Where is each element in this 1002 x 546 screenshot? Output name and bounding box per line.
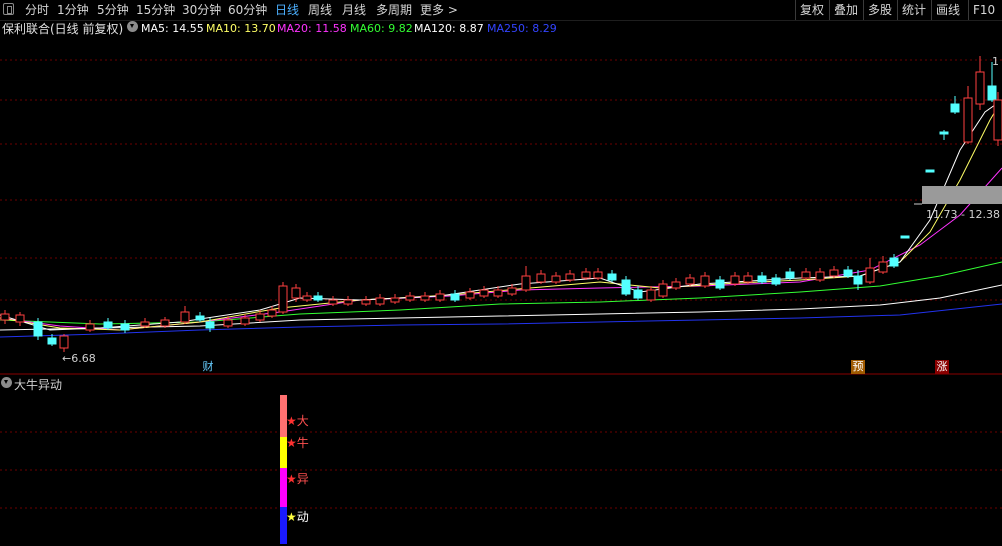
indicator-label-yi: ★异	[286, 472, 309, 486]
finance-marker[interactable]: 财	[201, 360, 215, 374]
candle-up	[700, 275, 710, 287]
candle-up	[180, 311, 190, 323]
candle-up	[59, 335, 69, 349]
candle-down	[987, 85, 997, 101]
candle-up	[361, 299, 371, 305]
candle-down	[843, 269, 853, 277]
candle-up	[291, 287, 301, 299]
candle-up	[465, 291, 475, 299]
candle-up	[0, 313, 10, 321]
candle-up	[160, 319, 170, 327]
candle-down	[120, 323, 130, 331]
candle-up	[743, 275, 753, 283]
candle-down	[621, 279, 631, 295]
candle-up	[493, 289, 503, 297]
candle-down	[785, 271, 795, 279]
indicator-label-niu: ★牛	[286, 436, 309, 450]
candle-up	[801, 271, 811, 279]
candle-down	[313, 295, 323, 301]
candle-up	[435, 293, 445, 301]
candle-down	[950, 103, 960, 113]
candle-up	[551, 275, 561, 283]
indicator-title: 大牛异动	[14, 378, 63, 392]
candle-up	[975, 71, 985, 105]
star-icon: ★	[286, 510, 297, 524]
range-box	[922, 186, 1002, 204]
star-icon: ★	[286, 436, 297, 450]
candle-up	[685, 277, 695, 285]
candle-up	[658, 283, 668, 297]
candle-down	[715, 279, 725, 289]
candle-up	[593, 271, 603, 279]
candle-down	[900, 235, 910, 239]
candle-up	[390, 297, 400, 303]
forecast-marker[interactable]: 预	[851, 360, 865, 374]
candle-up	[420, 295, 430, 301]
candle-up	[405, 295, 415, 301]
range-label: 11.73 - 12.38	[926, 208, 1000, 221]
candle-up	[878, 261, 888, 273]
candle-down	[607, 273, 617, 281]
low-price-label: ←6.68	[62, 352, 96, 365]
candle-up	[865, 267, 875, 283]
indicator-label-dong: ★动	[286, 510, 309, 524]
candle-up	[85, 323, 95, 331]
candle-down	[195, 315, 205, 321]
candle-up	[963, 97, 973, 143]
limit-up-marker[interactable]: 涨	[935, 360, 949, 374]
candle-down	[47, 337, 57, 345]
candle-up	[565, 273, 575, 281]
candle-down	[757, 275, 767, 283]
candle-up	[646, 289, 656, 301]
candle-up	[993, 99, 1002, 141]
candle-down	[103, 321, 113, 329]
star-icon: ★	[286, 414, 297, 428]
candle-up	[829, 269, 839, 277]
candle-up	[302, 295, 312, 301]
candle-up	[223, 319, 233, 327]
candle-up	[15, 314, 25, 323]
candle-up	[255, 313, 265, 321]
candle-up	[343, 299, 353, 305]
candle-up	[278, 285, 288, 313]
candle-up	[240, 317, 250, 325]
ma250-line	[0, 303, 1002, 338]
candle-up	[815, 271, 825, 281]
candle-down	[889, 257, 899, 267]
high-price-label: 1	[992, 55, 999, 68]
candle-down	[771, 277, 781, 285]
candle-up	[581, 271, 591, 279]
candle-up	[479, 289, 489, 297]
candle-up	[140, 321, 150, 327]
candle-down	[925, 169, 935, 173]
candle-up	[521, 275, 531, 291]
candle-down	[33, 321, 43, 337]
candle-up	[730, 275, 740, 285]
candle-down	[853, 275, 863, 285]
candle-up	[267, 309, 277, 317]
candle-down	[633, 289, 643, 299]
star-icon: ★	[286, 472, 297, 486]
candle-up	[507, 287, 517, 295]
candle-up	[328, 299, 338, 305]
candle-up	[671, 281, 681, 289]
candle-up	[536, 273, 546, 283]
indicator-dropdown-icon[interactable]	[1, 377, 12, 388]
kline-chart[interactable]	[0, 0, 1002, 546]
candle-down	[205, 321, 215, 329]
candle-up	[375, 297, 385, 305]
candle-down	[450, 293, 460, 301]
candle-down	[939, 131, 949, 135]
ma20-line	[0, 167, 1002, 331]
indicator-label-da: ★大	[286, 414, 309, 428]
